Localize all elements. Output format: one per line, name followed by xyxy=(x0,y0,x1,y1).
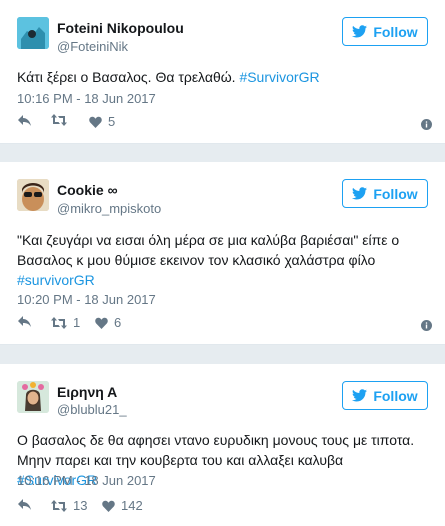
tweet-timestamp[interactable]: 10:16 PM - 18 Jun 2017 xyxy=(17,91,156,106)
info-icon xyxy=(421,320,432,331)
reply-icon xyxy=(18,499,31,510)
tweet-card: Foteini Nikopoulou @FoteiniNik Follow Κά… xyxy=(0,0,445,144)
retweet-button[interactable] xyxy=(51,114,73,126)
retweet-button[interactable]: 13 xyxy=(51,498,87,513)
user-handle[interactable]: @mikro_mpiskoto xyxy=(57,201,161,216)
tweet-text: "Και ζευγάρι να εισαι όλη μέρα σε μια κα… xyxy=(17,230,427,290)
tweet-card: Ειρηνη Α @blublu21_ Follow Ο βασαλος δε … xyxy=(0,364,445,526)
user-handle[interactable]: @blublu21_ xyxy=(57,402,127,417)
hashtag-link[interactable]: #survivorGR xyxy=(17,272,95,288)
tweet-text: Κάτι ξέρει ο Βασαλος. Θα τρελαθώ. #Survi… xyxy=(17,67,427,87)
tweet-text-body: Ο βασαλος δε θα αφησει ντανο ευρυδικη μο… xyxy=(17,432,415,468)
heart-icon xyxy=(102,500,115,512)
follow-button[interactable]: Follow xyxy=(342,179,428,208)
info-icon xyxy=(421,119,432,130)
like-button[interactable]: 5 xyxy=(89,114,115,129)
follow-label: Follow xyxy=(373,23,418,40)
like-button[interactable]: 6 xyxy=(95,315,121,330)
follow-label: Follow xyxy=(373,185,418,202)
like-count: 5 xyxy=(108,114,116,129)
tweet-text-body: Κάτι ξέρει ο Βασαλος. Θα τρελαθώ. xyxy=(17,69,240,85)
tweet-timestamp[interactable]: 10:16 PM - 18 Jun 2017 xyxy=(17,473,156,488)
avatar[interactable] xyxy=(17,17,49,49)
retweet-icon xyxy=(51,316,67,329)
tweet-timestamp[interactable]: 10:20 PM - 18 Jun 2017 xyxy=(17,292,156,307)
display-name[interactable]: Foteini Nikopoulou xyxy=(57,20,184,36)
twitter-bird-icon xyxy=(352,25,368,38)
tweet-card: Cookie ∞ @mikro_mpiskoto Follow "Και ζευ… xyxy=(0,162,445,345)
heart-icon xyxy=(95,317,108,329)
reply-icon xyxy=(18,316,31,327)
user-handle[interactable]: @FoteiniNik xyxy=(57,39,128,54)
reply-button[interactable] xyxy=(17,498,32,511)
retweet-count: 13 xyxy=(73,498,88,513)
follow-button[interactable]: Follow xyxy=(342,381,428,410)
tweet-text-body: "Και ζευγάρι να εισαι όλη μέρα σε μια κα… xyxy=(17,232,400,268)
reply-icon xyxy=(18,115,31,126)
tweet-actions: 1 6 xyxy=(17,315,432,333)
tweet-info-button[interactable] xyxy=(421,318,432,336)
twitter-bird-icon xyxy=(352,187,368,200)
retweet-count: 1 xyxy=(73,315,81,330)
avatar[interactable] xyxy=(17,179,49,211)
tweet-actions: 13 142 xyxy=(17,498,432,516)
tweet-info-button[interactable] xyxy=(421,117,432,135)
follow-label: Follow xyxy=(373,387,418,404)
heart-icon xyxy=(89,116,102,128)
reply-button[interactable] xyxy=(17,114,32,127)
avatar[interactable] xyxy=(17,381,49,413)
retweet-icon xyxy=(51,499,67,512)
hashtag-link[interactable]: #SurvivorGR xyxy=(239,69,319,85)
display-name[interactable]: Ειρηνη Α xyxy=(57,384,117,400)
like-count: 142 xyxy=(121,498,143,513)
display-name[interactable]: Cookie ∞ xyxy=(57,182,118,198)
twitter-bird-icon xyxy=(352,389,368,402)
retweet-button[interactable]: 1 xyxy=(51,315,80,330)
retweet-icon xyxy=(51,114,67,126)
like-count: 6 xyxy=(114,315,122,330)
like-button[interactable]: 142 xyxy=(102,498,143,513)
follow-button[interactable]: Follow xyxy=(342,17,428,46)
reply-button[interactable] xyxy=(17,315,32,328)
tweet-actions: 5 xyxy=(17,114,432,132)
